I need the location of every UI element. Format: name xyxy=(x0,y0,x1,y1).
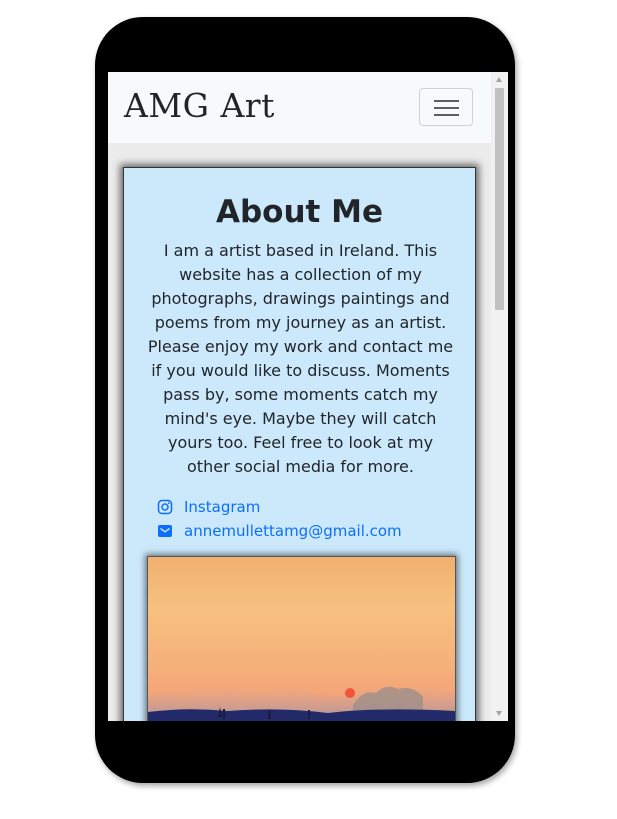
about-description: I am a artist based in Ireland. This web… xyxy=(147,241,454,476)
envelope-icon xyxy=(157,523,173,539)
instagram-link[interactable]: Instagram xyxy=(157,495,402,519)
sunset-photo[interactable] xyxy=(147,556,456,721)
email-link[interactable]: annemullettamg@gmail.com xyxy=(157,519,402,543)
scroll-down-arrow-icon[interactable] xyxy=(496,711,502,716)
instagram-link-label[interactable]: Instagram xyxy=(184,498,260,516)
scroll-up-arrow-icon[interactable] xyxy=(496,77,502,82)
navbar-toggler-button[interactable] xyxy=(419,88,473,126)
social-links: Instagram annemullettamg@gmail.com xyxy=(157,495,402,543)
about-card: About Me I am a artist based in Ireland.… xyxy=(123,167,476,721)
phone-screen: AMG Art About Me I am a artist based in … xyxy=(108,72,508,721)
brand-logo[interactable]: AMG Art xyxy=(124,86,275,125)
vertical-scrollbar[interactable] xyxy=(491,72,508,721)
about-title: About Me xyxy=(215,194,384,230)
navbar: AMG Art xyxy=(108,72,491,143)
instagram-icon xyxy=(157,499,173,515)
scrollbar-thumb[interactable] xyxy=(495,88,504,310)
email-link-label[interactable]: annemullettamg@gmail.com xyxy=(184,522,402,540)
